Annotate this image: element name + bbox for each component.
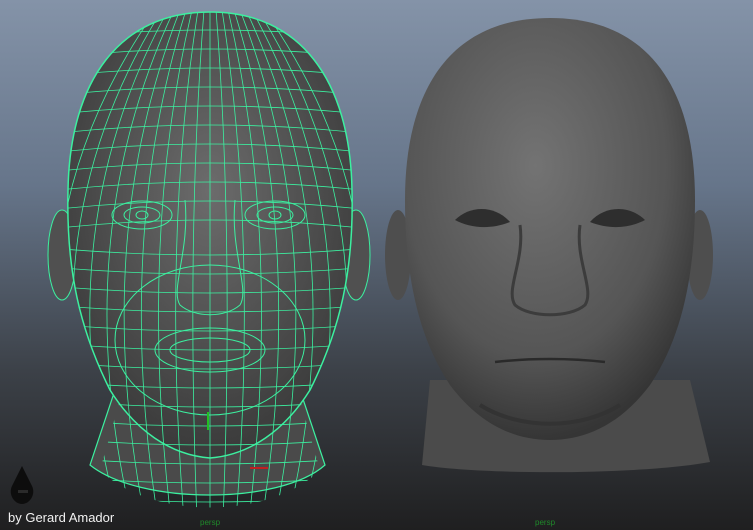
viewport-scene	[10, 11, 713, 508]
wireframe-head	[47, 11, 371, 508]
shaded-head	[385, 18, 713, 473]
viewport-label-right: persp	[535, 518, 556, 527]
viewport-label-left: persp	[200, 518, 221, 527]
credit-text: by Gerard Amador	[8, 510, 115, 525]
logo-icon	[10, 466, 34, 504]
